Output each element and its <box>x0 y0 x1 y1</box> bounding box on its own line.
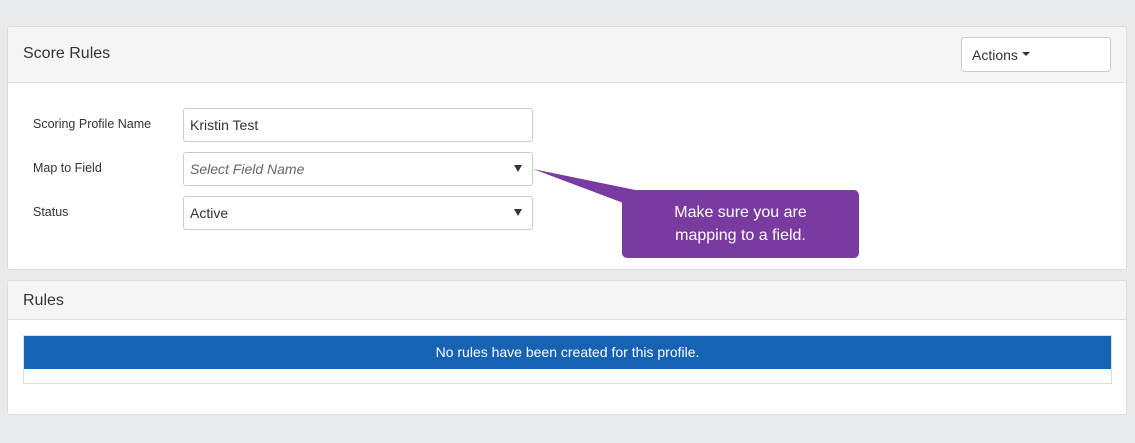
triangle-down-icon <box>514 209 522 216</box>
map-to-field-row: Map to Field Select Field Name <box>8 152 1126 186</box>
rules-table: No rules have been created for this prof… <box>23 335 1112 384</box>
rules-header: Rules <box>8 281 1126 320</box>
callout-text: Make sure you are mapping to a field. <box>674 204 807 244</box>
profile-name-label: Scoring Profile Name <box>33 117 152 131</box>
status-value: Active <box>190 205 229 221</box>
score-rules-form: Scoring Profile Name Kristin Test Map to… <box>8 83 1126 269</box>
tooltip-callout: Make sure you are mapping to a field. <box>622 190 859 258</box>
status-row: Status Active <box>8 196 1126 230</box>
score-rules-header: Score Rules Actions <box>8 27 1126 83</box>
map-to-field-label: Map to Field <box>33 161 102 175</box>
score-rules-panel: Score Rules Actions Scoring Profile Name… <box>7 26 1127 270</box>
caret-down-icon <box>1021 51 1030 56</box>
status-select[interactable]: Active <box>183 196 533 230</box>
profile-name-row: Scoring Profile Name Kristin Test <box>8 108 1126 142</box>
rules-empty-message: No rules have been created for this prof… <box>24 336 1111 369</box>
actions-label: Actions <box>972 46 1018 63</box>
actions-dropdown-button[interactable]: Actions <box>961 37 1111 72</box>
score-rules-title: Score Rules <box>23 45 111 62</box>
rules-title: Rules <box>23 292 64 309</box>
status-label: Status <box>33 205 69 219</box>
map-to-field-placeholder: Select Field Name <box>190 161 305 177</box>
profile-name-input[interactable]: Kristin Test <box>183 108 533 142</box>
map-to-field-select[interactable]: Select Field Name <box>183 152 533 186</box>
triangle-down-icon <box>514 165 522 172</box>
rules-panel: Rules No rules have been created for thi… <box>7 280 1127 415</box>
